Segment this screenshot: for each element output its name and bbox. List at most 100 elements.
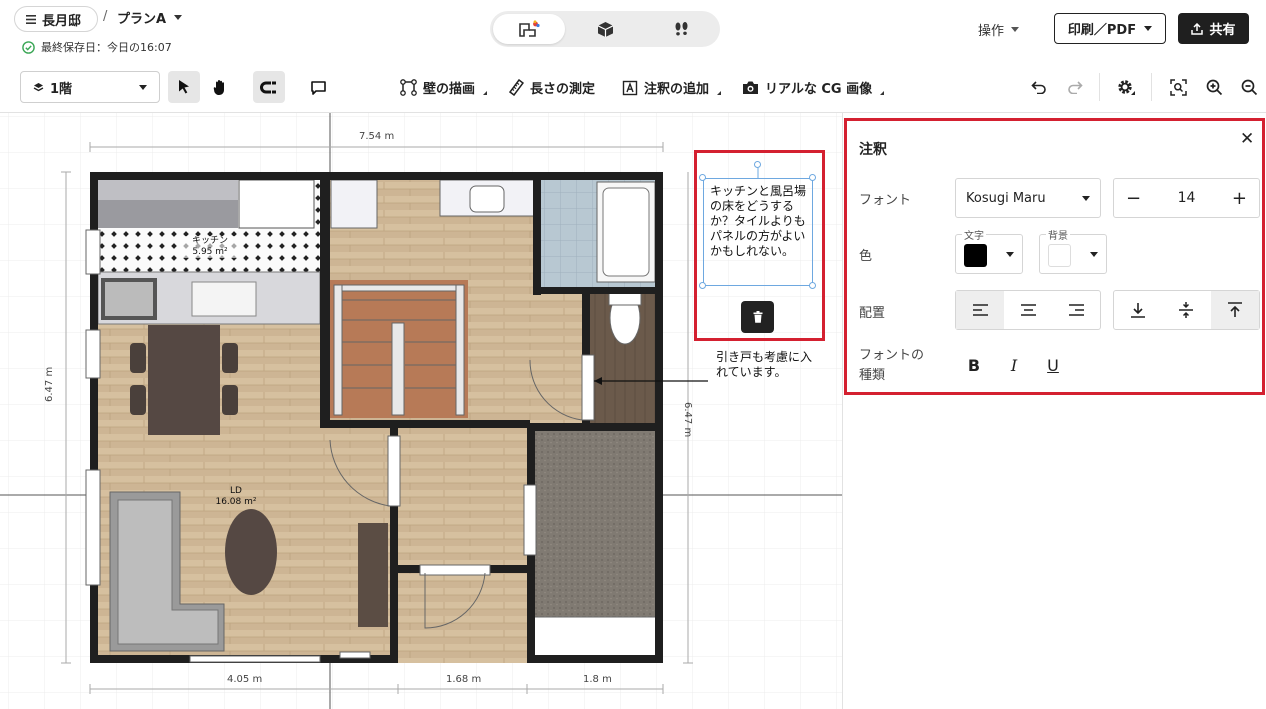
comment-button[interactable]	[302, 71, 334, 103]
resize-handle-tr[interactable]	[809, 174, 816, 181]
view-2d-button[interactable]	[493, 14, 565, 44]
zoom-out-button[interactable]	[1233, 71, 1265, 103]
hand-icon	[212, 79, 228, 96]
undo-icon	[1031, 80, 1047, 94]
plan-name: プランA	[117, 12, 167, 27]
align-left-button[interactable]	[956, 291, 1004, 329]
camera-icon	[742, 80, 759, 95]
wall-draw-icon	[400, 79, 417, 96]
caret-down-icon	[174, 15, 183, 20]
submenu-corner-icon	[880, 90, 885, 95]
view-mode-switch	[490, 11, 720, 47]
kitchen-area: 5.95 m²	[192, 247, 228, 257]
zoom-in-icon	[1206, 79, 1223, 96]
walkthrough-button[interactable]	[645, 14, 717, 44]
panel-title: 注釈	[859, 142, 887, 158]
font-size-stepper: − 14 +	[1113, 178, 1260, 218]
bg-color-swatch	[1048, 244, 1071, 267]
font-family-select[interactable]: Kosugi Maru	[955, 178, 1101, 218]
add-annotation-label: 注釈の追加	[644, 82, 710, 97]
align-center-button[interactable]	[1004, 291, 1052, 329]
saved-text: 最終保存日：今日の16:07	[41, 41, 172, 54]
cursor-icon	[177, 79, 191, 95]
increase-size-button[interactable]: +	[1232, 188, 1247, 209]
color-label: 色	[859, 249, 873, 264]
rotate-handle[interactable]	[754, 161, 761, 168]
layers-icon	[33, 82, 44, 93]
font-style-label: フォントの 種類	[859, 346, 924, 386]
pan-tool-button[interactable]	[204, 71, 236, 103]
align-center-icon	[1020, 304, 1036, 316]
close-icon[interactable]: ✕	[1240, 129, 1254, 149]
cube-3d-icon	[597, 21, 614, 38]
check-circle-icon	[22, 40, 35, 54]
undo-button[interactable]	[1023, 71, 1055, 103]
caret-down-icon	[1090, 252, 1098, 257]
zoom-out-icon	[1241, 79, 1258, 96]
ld-name: LD	[230, 486, 242, 496]
save-status: 最終保存日：今日の16:07	[22, 39, 172, 55]
align-left-icon	[972, 304, 988, 316]
dimension-left: 6.47 m	[44, 366, 55, 402]
dimension-top: 7.54 m	[359, 131, 395, 142]
italic-button[interactable]: I	[1000, 356, 1028, 375]
room-label-kitchen[interactable]: キッチン 5.95 m²	[180, 236, 240, 258]
background-color-picker[interactable]: 背景	[1039, 227, 1107, 274]
settings-button[interactable]	[1110, 71, 1142, 103]
font-style-label-line2: 種類	[859, 368, 886, 383]
resize-handle-tl[interactable]	[699, 174, 706, 181]
gear-icon	[1116, 78, 1136, 96]
measure-tool[interactable]: 長さの測定	[509, 78, 595, 97]
decrease-size-button[interactable]: −	[1126, 188, 1141, 209]
view-3d-button[interactable]	[569, 14, 641, 44]
align-middle-icon	[1179, 302, 1194, 318]
snap-magnet-button[interactable]	[253, 71, 285, 103]
share-upload-icon	[1191, 22, 1204, 35]
floor-select[interactable]: 1階	[20, 71, 160, 103]
ld-area: 16.08 m²	[215, 497, 257, 507]
fit-view-button[interactable]	[1162, 71, 1194, 103]
text-color-picker[interactable]: 文字	[955, 227, 1023, 274]
door-annotation[interactable]: 引き戸も考慮に入れています。	[716, 350, 816, 380]
trash-icon	[753, 311, 763, 323]
align-top-button[interactable]	[1210, 291, 1259, 329]
draw-walls-label: 壁の描画	[423, 82, 476, 97]
align-right-button[interactable]	[1052, 291, 1100, 329]
floor-plan-2d-icon	[518, 20, 540, 38]
delete-annotation-button[interactable]	[741, 301, 774, 333]
align-right-icon	[1068, 304, 1084, 316]
footprints-icon	[673, 21, 690, 38]
align-middle-button[interactable]	[1162, 291, 1210, 329]
project-menu-button[interactable]: 長月邸	[14, 6, 98, 32]
zoom-in-button[interactable]	[1198, 71, 1230, 103]
align-bottom-button[interactable]	[1114, 291, 1162, 329]
font-label: フォント	[859, 193, 912, 208]
room-label-ld[interactable]: LD 16.08 m²	[206, 486, 266, 508]
share-label: 共有	[1209, 23, 1236, 38]
submenu-corner-icon	[483, 90, 488, 95]
text-color-swatch	[964, 244, 987, 267]
vertical-align-group	[1113, 290, 1260, 330]
cg-image-label: リアルな CG 画像	[765, 82, 873, 97]
annotation-text[interactable]: キッチンと風呂場の床をどうするか？タイルよりもパネルの方がよいかもしれない。	[703, 178, 813, 286]
bold-button[interactable]: B	[960, 356, 988, 375]
operations-menu[interactable]: 操作	[978, 20, 1020, 39]
hamburger-icon	[26, 14, 36, 24]
resize-handle-bl[interactable]	[699, 282, 706, 289]
toolbar-divider	[1099, 73, 1100, 101]
plan-selector[interactable]: プランA	[117, 8, 183, 27]
share-button[interactable]: 共有	[1178, 13, 1249, 44]
font-size-value: 14	[1177, 190, 1196, 206]
draw-walls-tool[interactable]: 壁の描画	[400, 78, 488, 97]
select-tool-button[interactable]	[168, 71, 200, 103]
align-bottom-icon	[1131, 302, 1146, 318]
add-annotation-tool[interactable]: 注釈の追加	[622, 78, 722, 97]
underline-button[interactable]: U	[1039, 356, 1067, 375]
print-pdf-button[interactable]: 印刷／PDF	[1054, 13, 1166, 44]
resize-handle-br[interactable]	[809, 282, 816, 289]
redo-button[interactable]	[1059, 71, 1091, 103]
magnet-icon	[260, 81, 278, 94]
align-top-icon	[1227, 302, 1242, 318]
toolbar-divider	[1151, 73, 1152, 101]
cg-image-tool[interactable]: リアルな CG 画像	[742, 78, 885, 97]
